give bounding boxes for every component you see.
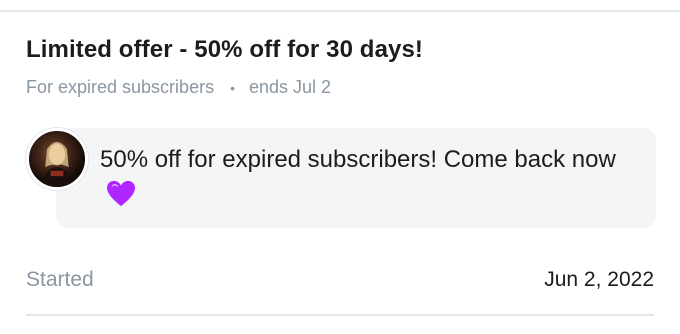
offer-message: 50% off for expired subscribers! Come ba…: [26, 126, 656, 230]
top-divider: [0, 10, 680, 12]
offer-title: Limited offer - 50% off for 30 days!: [26, 36, 423, 63]
message-bubble: 50% off for expired subscribers! Come ba…: [56, 128, 656, 228]
offer-audience: For expired subscribers: [26, 77, 215, 97]
meta-separator: •: [230, 79, 235, 96]
offer-meta: For expired subscribers • ends Jul 2: [26, 77, 331, 98]
avatar-image: [41, 141, 73, 187]
offer-end-date: ends Jul 2: [248, 77, 332, 97]
bottom-divider: [26, 314, 654, 316]
message-text-wrap: 50% off for expired subscribers! Come ba…: [100, 142, 640, 214]
message-text: 50% off for expired subscribers! Come ba…: [100, 146, 616, 173]
avatar[interactable]: [26, 128, 88, 190]
offer-card: Limited offer - 50% off for 30 days! For…: [0, 0, 680, 334]
started-label: Started: [26, 268, 94, 291]
started-date: Jun 2, 2022: [544, 268, 654, 291]
purple-heart-icon: [107, 180, 135, 207]
